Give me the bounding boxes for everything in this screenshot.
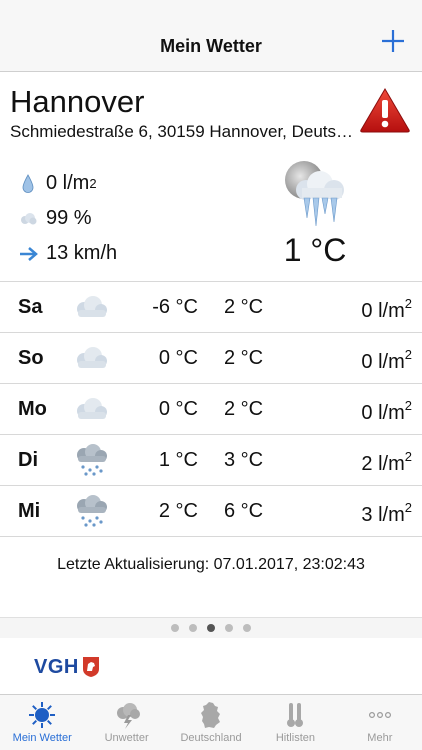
- sponsor-logo[interactable]: VGH: [34, 652, 100, 682]
- tab-hitlisten[interactable]: Hitlisten: [253, 695, 337, 750]
- tab-label: Unwetter: [104, 732, 149, 744]
- forecast-precip-value: 0 l/m: [361, 351, 405, 373]
- forecast-max-temp: 6 °C: [224, 500, 264, 522]
- sun-icon: [29, 702, 56, 728]
- forecast-precip-sup: 2: [404, 296, 412, 311]
- current-conditions: 0 l/m 2 99 % 13 km/h: [16, 166, 117, 271]
- page-dot-active[interactable]: [207, 624, 215, 632]
- forecast-precipitation: 0 l/m2: [361, 296, 412, 323]
- location-block: Hannover Schmiedestraße 6, 30159 Hannove…: [10, 84, 355, 142]
- add-location-button[interactable]: [380, 28, 406, 54]
- forecast-precipitation: 2 l/m2: [361, 449, 412, 476]
- forecast-min-temp: 2 °C: [158, 500, 198, 522]
- storm-icon: [116, 703, 140, 729]
- address-text: Schmiedestraße 6, 30159 Hannover, Deutsc…: [10, 122, 355, 141]
- night-ice-rain-icon: [285, 161, 344, 227]
- city-name: Hannover: [10, 84, 145, 119]
- forecast-day: Mi: [18, 500, 41, 522]
- forecast-precipitation: 0 l/m2: [361, 398, 412, 425]
- forecast-row-mi[interactable]: Mi 2 °C 6 °C 3 l/m2: [0, 486, 422, 537]
- germany-map-icon: [201, 702, 221, 728]
- wind-row: 13 km/h: [16, 236, 117, 271]
- humidity-value: 99 %: [46, 207, 92, 229]
- forecast-precip-sup: 2: [404, 449, 412, 464]
- forecast-max-temp: 2 °C: [224, 296, 264, 318]
- forecast-min-temp: -6 °C: [152, 296, 198, 318]
- tab-mein-wetter[interactable]: Mein Wetter: [0, 695, 84, 750]
- rain-icon: [77, 444, 107, 476]
- navigation-bar: Mein Wetter: [0, 0, 422, 72]
- forecast-day: So: [18, 347, 44, 369]
- horse-shield-icon: [82, 657, 99, 677]
- page-title: Mein Wetter: [160, 36, 262, 56]
- page-dot[interactable]: [189, 624, 197, 632]
- forecast-row-mo[interactable]: Mo 0 °C 2 °C 0 l/m2: [0, 384, 422, 435]
- tab-mehr[interactable]: Mehr: [338, 695, 422, 750]
- page-dot[interactable]: [225, 624, 233, 632]
- forecast-min-temp: 0 °C: [158, 347, 198, 369]
- precipitation-unit-sup: 2: [89, 176, 97, 191]
- forecast-precip-sup: 2: [404, 347, 412, 362]
- page-dot[interactable]: [171, 624, 179, 632]
- forecast-min-temp: 0 °C: [158, 398, 198, 420]
- thermometer-icon: [287, 703, 304, 727]
- forecast-row-di[interactable]: Di 1 °C 3 °C 2 l/m2: [0, 435, 422, 486]
- tab-bar: Mein Wetter Unwetter Deutschland Hitlist…: [0, 694, 422, 750]
- raindrop-icon: [16, 172, 40, 196]
- tab-unwetter[interactable]: Unwetter: [84, 695, 168, 750]
- forecast-min-temp: 1 °C: [158, 449, 198, 471]
- forecast-max-temp: 2 °C: [224, 347, 264, 369]
- forecast-precipitation: 3 l/m2: [361, 500, 412, 527]
- humidity-row: 99 %: [16, 201, 117, 236]
- forecast-list: Sa -6 °C 2 °C 0 l/m2 So 0 °C 2 °C 0 l/m2…: [0, 281, 422, 537]
- precipitation-row: 0 l/m 2: [16, 166, 117, 201]
- tab-label: Mein Wetter: [12, 732, 72, 744]
- forecast-precip-value: 0 l/m: [361, 300, 405, 322]
- forecast-row-so[interactable]: So 0 °C 2 °C 0 l/m2: [0, 333, 422, 384]
- last-updated-text: Letzte Aktualisierung: 07.01.2017, 23:02…: [57, 556, 365, 573]
- cloudy-icon: [77, 296, 107, 317]
- forecast-max-temp: 2 °C: [224, 398, 264, 420]
- forecast-precip-sup: 2: [404, 398, 412, 413]
- sponsor-name: VGH: [34, 655, 79, 678]
- cloudy-icon: [77, 398, 107, 419]
- tab-label: Mehr: [367, 732, 393, 744]
- forecast-precip-value: 2 l/m: [361, 453, 405, 475]
- current-temperature: 1 °C: [283, 232, 347, 268]
- wind-arrow-icon: [16, 242, 40, 266]
- forecast-precipitation: 0 l/m2: [361, 347, 412, 374]
- forecast-day: Di: [18, 449, 38, 471]
- cloudy-icon: [77, 347, 107, 368]
- warning-icon[interactable]: [358, 86, 412, 134]
- forecast-day: Mo: [18, 398, 47, 420]
- page-dot[interactable]: [243, 624, 251, 632]
- tab-label: Hitlisten: [275, 732, 315, 744]
- forecast-max-temp: 3 °C: [224, 449, 264, 471]
- more-icon: [368, 712, 391, 719]
- tab-deutschland[interactable]: Deutschland: [169, 695, 253, 750]
- forecast-row-sa[interactable]: Sa -6 °C 2 °C 0 l/m2: [0, 282, 422, 333]
- forecast-day: Sa: [18, 296, 43, 318]
- page-indicator[interactable]: [0, 624, 422, 632]
- humidity-cloud-icon: [16, 207, 40, 231]
- tab-label: Deutschland: [180, 732, 242, 744]
- forecast-precip-value: 3 l/m: [361, 504, 405, 526]
- rain-icon: [77, 495, 107, 527]
- forecast-precip-value: 0 l/m: [361, 402, 405, 424]
- wind-value: 13 km/h: [46, 242, 118, 264]
- forecast-precip-sup: 2: [404, 500, 412, 515]
- precipitation-value: 0 l/m: [46, 172, 90, 194]
